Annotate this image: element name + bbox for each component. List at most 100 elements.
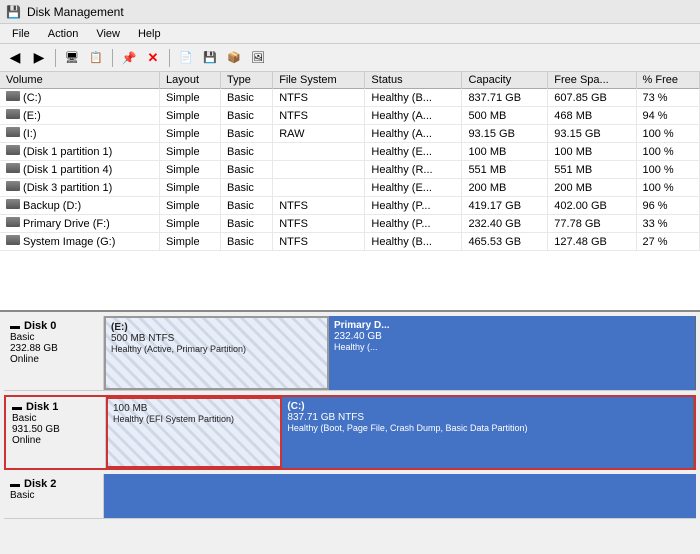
disk0-p1-status: Healthy (... [334, 342, 690, 352]
disk0-size: 232.88 GB [10, 343, 97, 354]
cell-volume: (I:) [0, 125, 159, 143]
table-area: Volume Layout Type File System Status Ca… [0, 72, 700, 312]
menu-view[interactable]: View [88, 26, 128, 42]
disk1-partition-c[interactable]: (C:) 837.71 GB NTFS Healthy (Boot, Page … [282, 397, 694, 468]
cell-status: Healthy (P... [365, 197, 462, 215]
table-row[interactable]: Primary Drive (F:) Simple Basic NTFS Hea… [0, 215, 700, 233]
col-layout[interactable]: Layout [159, 72, 220, 89]
disk0-p1-label: Primary D... [334, 320, 690, 331]
menu-file[interactable]: File [4, 26, 38, 42]
disk0-p1-detail: 232.40 GB [334, 331, 690, 342]
table-body: (C:) Simple Basic NTFS Healthy (B... 837… [0, 89, 700, 251]
table-row[interactable]: (Disk 1 partition 4) Simple Basic Health… [0, 161, 700, 179]
cell-free: 127.48 GB [548, 233, 636, 251]
cell-volume: (Disk 1 partition 4) [0, 161, 159, 179]
table-row[interactable]: Backup (D:) Simple Basic NTFS Healthy (P… [0, 197, 700, 215]
title-bar: 💾 Disk Management [0, 0, 700, 24]
cell-status: Healthy (E... [365, 179, 462, 197]
col-capacity[interactable]: Capacity [462, 72, 548, 89]
menu-action[interactable]: Action [40, 26, 87, 42]
table-row[interactable]: System Image (G:) Simple Basic NTFS Heal… [0, 233, 700, 251]
menu-help[interactable]: Help [130, 26, 169, 42]
toolbar: ◀ ▶ 🖥 📋 📌 ✕ 📄 💾 📦 🖼 [0, 44, 700, 72]
disk-area: ▬ Disk 0 Basic 232.88 GB Online (E:) 500… [0, 312, 700, 554]
disk1-p1-status: Healthy (Boot, Page File, Crash Dump, Ba… [287, 423, 688, 433]
disk0-p0-label: (E:) [111, 322, 322, 333]
col-pct[interactable]: % Free [636, 72, 699, 89]
disk1-name: Disk 1 [26, 401, 58, 413]
toolbar-list[interactable]: 📋 [85, 47, 107, 69]
cell-fs [273, 179, 365, 197]
toolbar-save[interactable]: 💾 [199, 47, 221, 69]
disk1-icon: ▬ [12, 402, 22, 413]
col-status[interactable]: Status [365, 72, 462, 89]
cell-free: 607.85 GB [548, 89, 636, 107]
cell-capacity: 200 MB [462, 179, 548, 197]
toolbar-new[interactable]: 📄 [175, 47, 197, 69]
cell-type: Basic [220, 179, 272, 197]
toolbar-delete[interactable]: ✕ [142, 47, 164, 69]
cell-volume: System Image (G:) [0, 233, 159, 251]
toolbar-sep2 [112, 49, 113, 67]
disk2-type: Basic [10, 490, 97, 501]
cell-volume: (Disk 1 partition 1) [0, 143, 159, 161]
cell-capacity: 551 MB [462, 161, 548, 179]
cell-pct: 100 % [636, 161, 699, 179]
disk2-info: ▬ Disk 2 Basic [4, 474, 104, 518]
cell-capacity: 232.40 GB [462, 215, 548, 233]
cell-layout: Simple [159, 143, 220, 161]
table-header-row: Volume Layout Type File System Status Ca… [0, 72, 700, 89]
col-volume[interactable]: Volume [0, 72, 159, 89]
table-row[interactable]: (Disk 1 partition 1) Simple Basic Health… [0, 143, 700, 161]
disk1-p1-label: (C:) [287, 401, 688, 412]
disk0-type: Basic [10, 332, 97, 343]
disk0-partition-e[interactable]: (E:) 500 MB NTFS Healthy (Active, Primar… [104, 316, 329, 390]
disk0-status: Online [10, 354, 97, 365]
toolbar-img[interactable]: 🖼 [247, 47, 269, 69]
toolbar-forward[interactable]: ▶ [28, 47, 50, 69]
cell-volume: (C:) [0, 89, 159, 107]
col-type[interactable]: Type [220, 72, 272, 89]
cell-free: 77.78 GB [548, 215, 636, 233]
cell-status: Healthy (A... [365, 107, 462, 125]
cell-capacity: 837.71 GB [462, 89, 548, 107]
cell-pct: 33 % [636, 215, 699, 233]
disk1-p0-detail: 100 MB [113, 403, 275, 414]
cell-fs: NTFS [273, 197, 365, 215]
cell-type: Basic [220, 233, 272, 251]
col-free[interactable]: Free Spa... [548, 72, 636, 89]
cell-free: 100 MB [548, 143, 636, 161]
main-container: Volume Layout Type File System Status Ca… [0, 72, 700, 554]
cell-fs: NTFS [273, 107, 365, 125]
cell-pct: 73 % [636, 89, 699, 107]
cell-type: Basic [220, 197, 272, 215]
table-row[interactable]: (I:) Simple Basic RAW Healthy (A... 93.1… [0, 125, 700, 143]
disk2-row: ▬ Disk 2 Basic [4, 474, 696, 519]
cell-free: 200 MB [548, 179, 636, 197]
cell-layout: Simple [159, 125, 220, 143]
cell-status: Healthy (B... [365, 89, 462, 107]
toolbar-pkg[interactable]: 📦 [223, 47, 245, 69]
disk1-info: ▬ Disk 1 Basic 931.50 GB Online [6, 397, 106, 468]
cell-pct: 27 % [636, 233, 699, 251]
cell-free: 468 MB [548, 107, 636, 125]
app-title: Disk Management [27, 5, 124, 19]
toolbar-back[interactable]: ◀ [4, 47, 26, 69]
disk0-partition-main[interactable]: Primary D... 232.40 GB Healthy (... [329, 316, 696, 390]
disk1-partition-efi[interactable]: 100 MB Healthy (EFI System Partition) [106, 397, 282, 468]
disk2-partitions [104, 474, 696, 518]
cell-fs [273, 161, 365, 179]
cell-volume: (Disk 3 partition 1) [0, 179, 159, 197]
table-row[interactable]: (E:) Simple Basic NTFS Healthy (A... 500… [0, 107, 700, 125]
cell-free: 402.00 GB [548, 197, 636, 215]
table-row[interactable]: (Disk 3 partition 1) Simple Basic Health… [0, 179, 700, 197]
col-fs[interactable]: File System [273, 72, 365, 89]
cell-capacity: 93.15 GB [462, 125, 548, 143]
toolbar-pin[interactable]: 📌 [118, 47, 140, 69]
cell-volume: Primary Drive (F:) [0, 215, 159, 233]
disk-icon: ▬ [10, 321, 20, 332]
toolbar-computer[interactable]: 🖥 [61, 47, 83, 69]
table-row[interactable]: (C:) Simple Basic NTFS Healthy (B... 837… [0, 89, 700, 107]
cell-status: Healthy (R... [365, 161, 462, 179]
disk1-p0-status: Healthy (EFI System Partition) [113, 414, 275, 424]
